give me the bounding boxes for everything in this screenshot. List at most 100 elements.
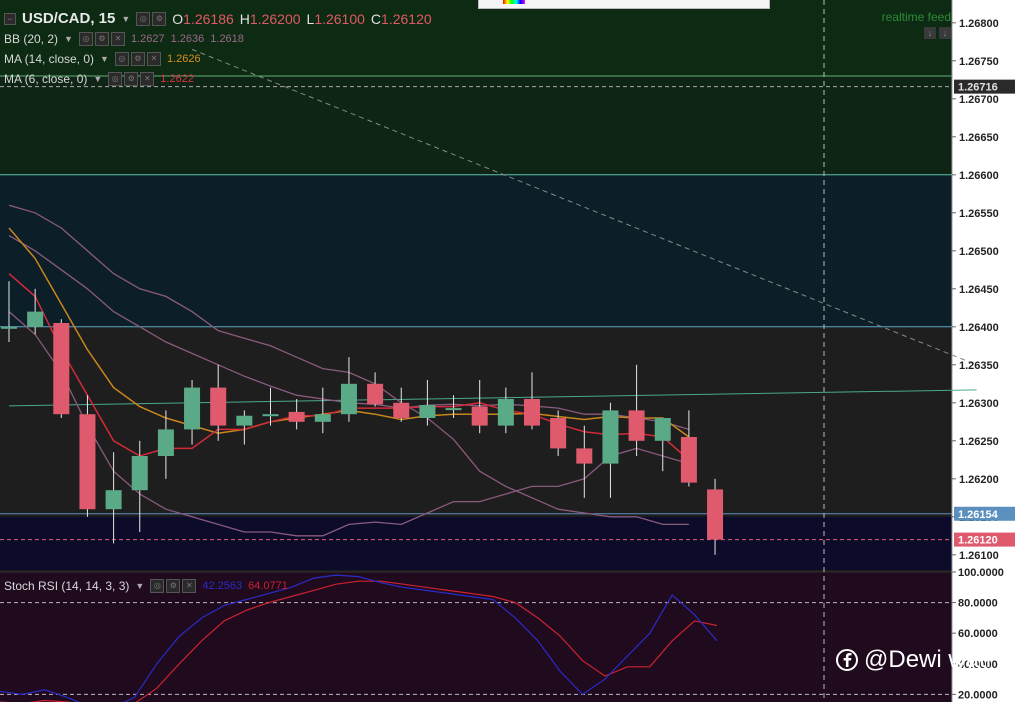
candle-body	[445, 408, 462, 411]
candle-body	[393, 402, 410, 418]
feed-controls: ↓ ↓	[924, 27, 951, 39]
chevron-down-icon[interactable]: ▼	[100, 54, 109, 64]
bb-value-3: 1.2618	[210, 33, 244, 45]
candle-body	[654, 418, 671, 441]
stoch-tick-label: 60.0000	[958, 628, 998, 640]
color-swatch-toolbar[interactable]	[478, 0, 770, 9]
candle-body	[707, 489, 724, 540]
price-tick-label: 1.26300	[959, 398, 999, 410]
candle-body	[524, 399, 540, 426]
price-tick-label: 1.26700	[959, 94, 999, 106]
bb-value-1: 1.2627	[130, 33, 165, 45]
download-icon[interactable]: ↓	[924, 27, 936, 39]
candle-body	[210, 387, 227, 426]
price-tick-label: 1.26250	[959, 436, 999, 448]
close-icon[interactable]: ✕	[140, 72, 155, 86]
stoch-rsi-name[interactable]: Stoch RSI (14, 14, 3, 3)	[4, 579, 129, 593]
color-swatch[interactable]	[503, 0, 525, 4]
settings-icon[interactable]: ⚙	[94, 32, 109, 46]
candle-body	[131, 456, 148, 491]
close-icon[interactable]: ✕	[182, 579, 197, 593]
price-tick-label: 1.26550	[959, 208, 999, 220]
stoch-k-value: 42.2563	[202, 580, 243, 592]
chevron-down-icon[interactable]: ▼	[121, 14, 130, 24]
indicator-stoch-rsi: Stoch RSI (14, 14, 3, 3) ▼ ◎ ⚙ ✕ 42.2563 6…	[4, 579, 288, 593]
stoch-tick-label: 80.0000	[958, 598, 998, 610]
realtime-feed-label: realtime feed	[881, 10, 951, 24]
candle-body	[576, 448, 593, 464]
candle-body	[550, 418, 567, 449]
candle-body	[157, 429, 174, 456]
price-tick-label: 1.26400	[959, 322, 999, 334]
price-tick-label: 1.26600	[959, 170, 999, 182]
price-tick-label: 1.26650	[959, 132, 999, 144]
eye-icon[interactable]: ◎	[150, 579, 165, 593]
price-tick-label: 1.26750	[959, 56, 999, 68]
stoch-tick-label: 20.0000	[958, 689, 998, 701]
watermark: @Dewi wati	[836, 646, 991, 674]
indicator-ma14-name[interactable]: MA (14, close, 0)	[4, 52, 94, 66]
price-tick-label: 1.26450	[959, 284, 999, 296]
settings-icon[interactable]: ⚙	[130, 52, 145, 66]
eye-icon[interactable]: ◎	[108, 72, 123, 86]
chevron-down-icon[interactable]: ▼	[64, 34, 73, 44]
collapse-icon[interactable]: −	[4, 12, 16, 25]
candle-body	[79, 414, 96, 510]
candle-body	[105, 490, 122, 510]
candle-body	[602, 410, 619, 464]
indicator-bb: BB (20, 2) ▼ ◎ ⚙ ✕ 1.2627 1.2636 1.2618	[4, 32, 244, 46]
bb-value-2: 1.2636	[170, 33, 205, 45]
price-tick-label: 1.26500	[959, 246, 999, 258]
ohlc-high: H1.26200	[239, 10, 301, 27]
candle-body	[184, 387, 201, 430]
candle-body	[236, 415, 253, 426]
price-label: 1.26120	[958, 535, 998, 547]
symbol-header: − USD/CAD, 15 ▼ ◎ ⚙ O1.26186 H1.26200 L1…	[4, 10, 432, 27]
candle-body	[262, 414, 279, 417]
price-tick-label: 1.26350	[959, 360, 999, 372]
ohlc-close: C1.26120	[370, 10, 432, 27]
indicator-ma6-name[interactable]: MA (6, close, 0)	[4, 72, 87, 86]
candle-body	[288, 411, 305, 422]
watermark-text: @Dewi wati	[864, 646, 992, 673]
zone-band	[0, 174, 952, 327]
candle-body	[53, 323, 70, 415]
price-tick-label: 1.26200	[959, 474, 999, 486]
eye-icon[interactable]: ◎	[136, 11, 151, 26]
zone-band	[0, 76, 952, 175]
ohlc-open: O1.26186	[172, 10, 234, 27]
eye-icon[interactable]: ◎	[78, 32, 93, 46]
price-tick-label: 1.26800	[959, 18, 999, 30]
stoch-d-value: 64.0771	[248, 580, 288, 592]
candle-body	[497, 399, 514, 426]
eye-icon[interactable]: ◎	[114, 52, 129, 66]
settings-icon[interactable]: ⚙	[152, 11, 167, 26]
indicator-ma6: MA (6, close, 0) ▼ ◎ ⚙ ✕ 1.2622	[4, 72, 194, 86]
candle-body	[680, 437, 697, 483]
close-icon[interactable]: ✕	[110, 32, 125, 46]
price-chart[interactable]: 1.26800 1.26750 1.26700 1.26650 1.26600 1.265…	[0, 0, 1017, 702]
ma14-value: 1.2626	[166, 53, 201, 65]
download-icon[interactable]: ↓	[939, 27, 951, 39]
candle-body	[628, 410, 645, 441]
zone-band	[0, 516, 952, 570]
candle-body	[471, 406, 488, 426]
settings-icon[interactable]: ⚙	[166, 579, 181, 593]
price-tick-label: 1.26100	[959, 550, 999, 562]
price-label: 1.26154	[958, 509, 999, 521]
close-icon[interactable]: ✕	[146, 52, 161, 66]
indicator-ma14: MA (14, close, 0) ▼ ◎ ⚙ ✕ 1.2626	[4, 52, 201, 66]
chevron-down-icon[interactable]: ▼	[135, 581, 144, 591]
candle-body	[1, 326, 17, 329]
candle	[53, 319, 70, 418]
candle-body	[314, 414, 331, 422]
stoch-tick-label: 100.0000	[958, 567, 1004, 579]
symbol-title[interactable]: USD/CAD, 15	[22, 10, 115, 27]
price-label: 1.26716	[958, 82, 998, 94]
chart-root[interactable]: 1.26800 1.26750 1.26700 1.26650 1.26600 1.265…	[0, 0, 1017, 702]
ma6-value: 1.2622	[160, 73, 194, 85]
indicator-bb-name[interactable]: BB (20, 2)	[4, 32, 58, 46]
legend-buttons: ◎ ⚙	[136, 11, 167, 26]
settings-icon[interactable]: ⚙	[124, 72, 139, 86]
chevron-down-icon[interactable]: ▼	[93, 74, 102, 84]
